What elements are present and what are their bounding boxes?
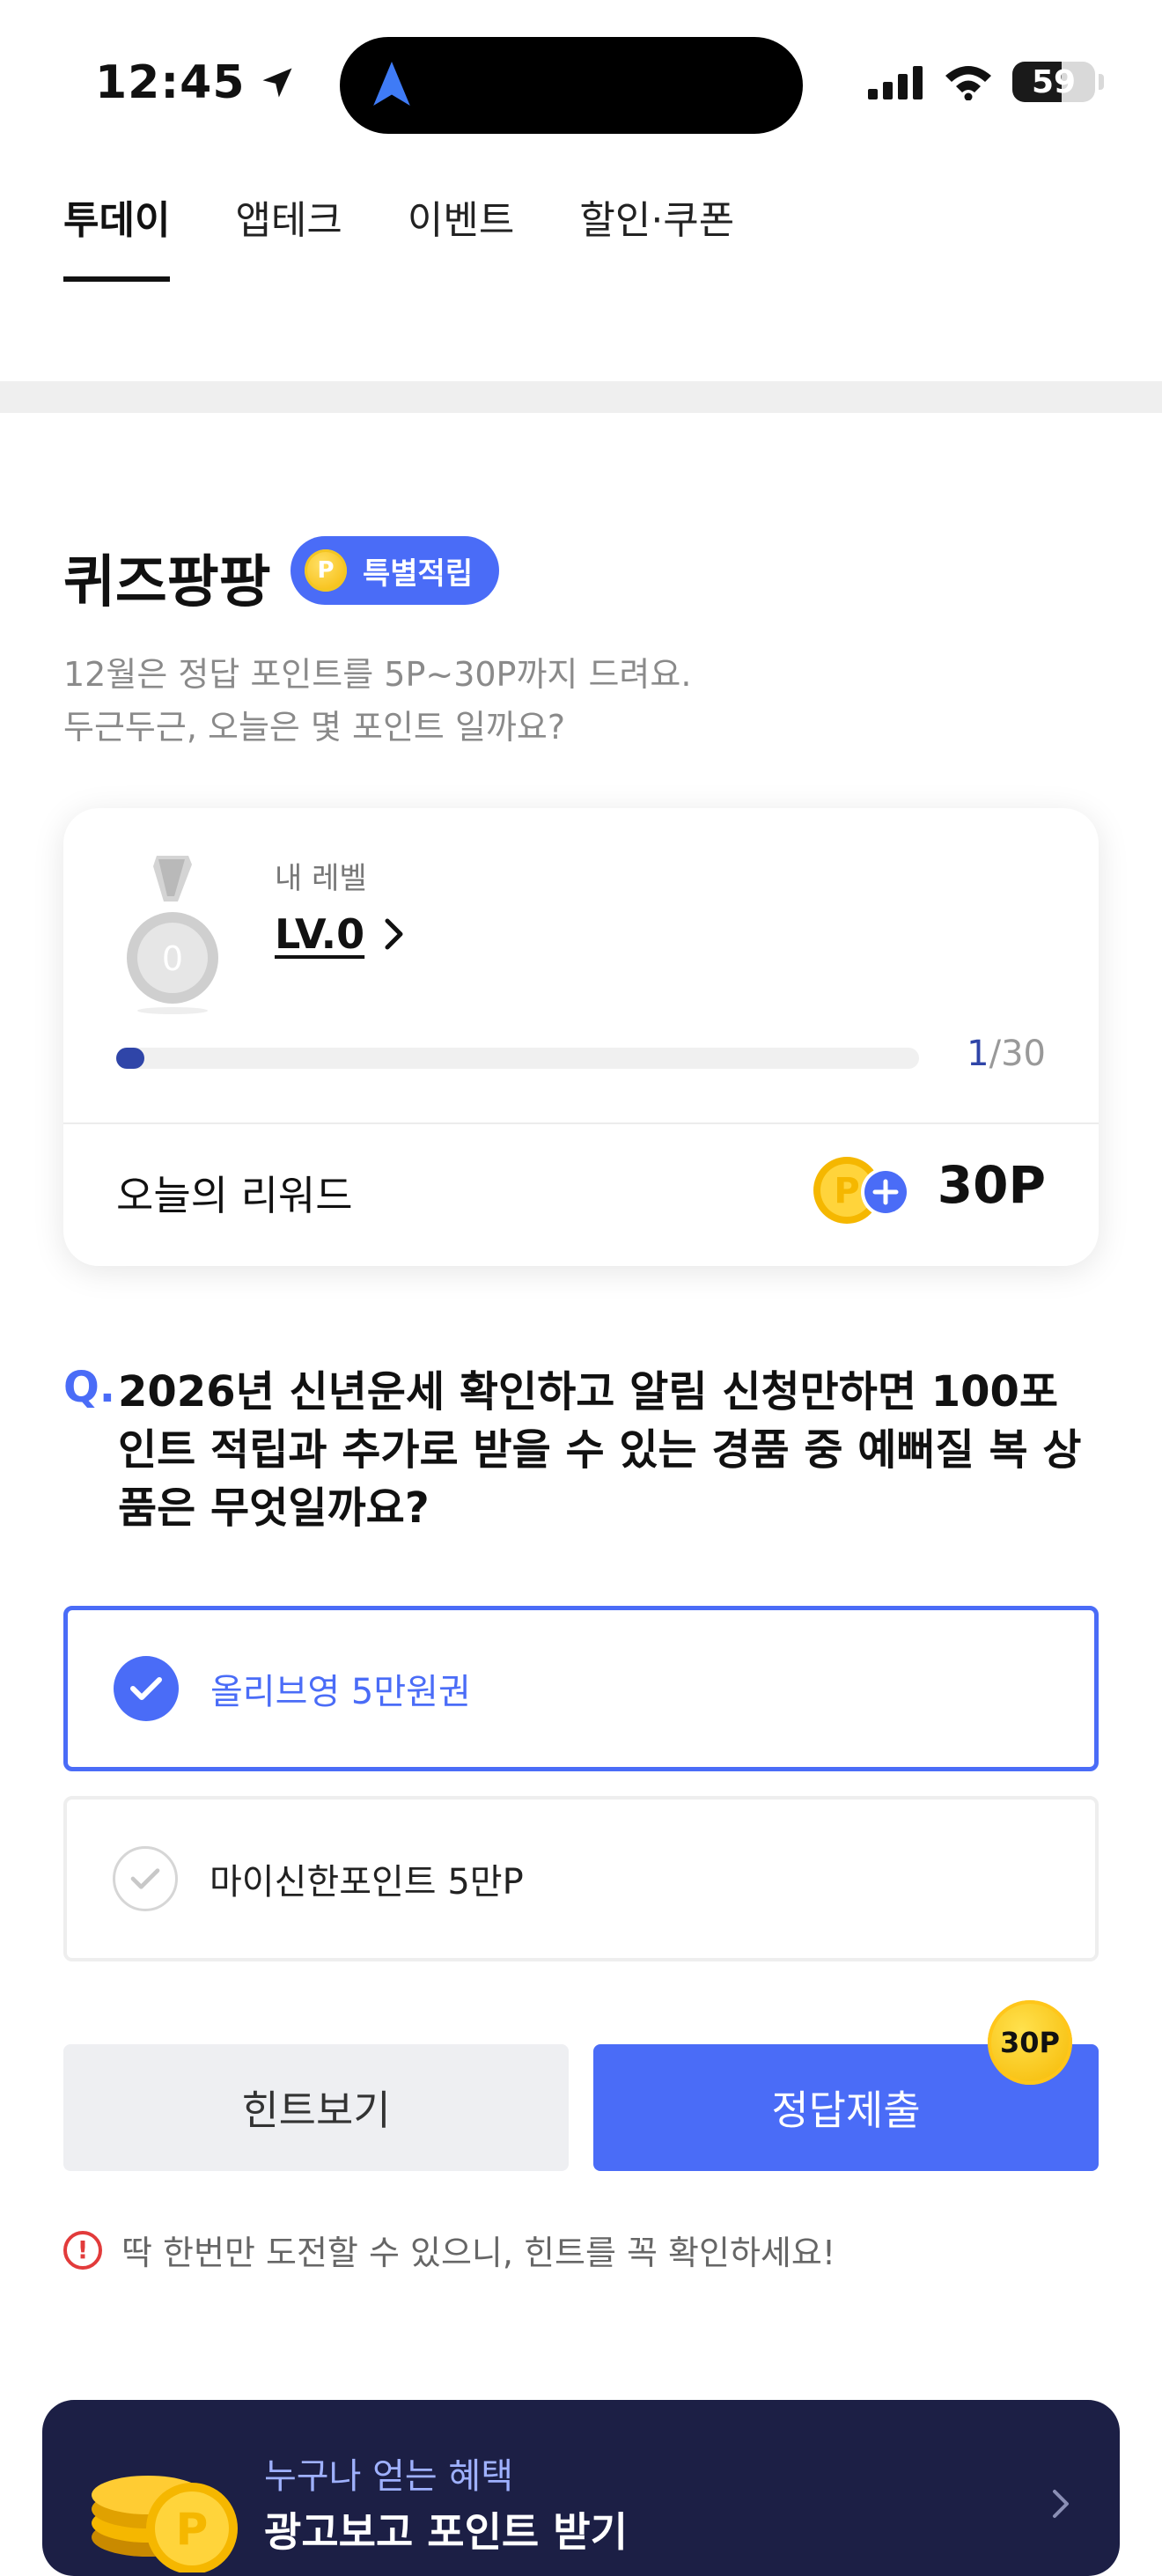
question-text: 2026년 신년운세 확인하고 알림 신청만하면 100포인트 적립과 추가로 … [118, 1367, 1082, 1533]
level-label: 내 레벨 [275, 861, 367, 896]
progress-current: 1 [967, 1034, 989, 1074]
option-label: 마이신한포인트 5만P [210, 1862, 524, 1903]
reward-label: 오늘의 리워드 [116, 1172, 353, 1219]
warning-text: 딱 한번만 도전할 수 있으니, 힌트를 꼭 확인하세요! [121, 2234, 836, 2272]
question-mark-label: Q. [63, 1363, 116, 1412]
level-value: LV.0 [275, 910, 365, 958]
level-progress-bar [116, 1048, 919, 1069]
tab-discount-coupon[interactable]: 할인·쿠폰 [579, 188, 734, 282]
dynamic-island [340, 37, 803, 134]
wifi-icon [945, 66, 991, 100]
battery-level: 59 [1031, 64, 1077, 100]
unchecked-icon [113, 1846, 178, 1911]
cellular-signal-icon [868, 66, 923, 99]
chevron-right-icon [385, 918, 403, 950]
coin-plus-icon: P [813, 1157, 910, 1224]
reward-value: 30P [937, 1155, 1046, 1215]
warning-notice: ! 딱 한번만 도전할 수 있으니, 힌트를 꼭 확인하세요! [63, 2226, 835, 2274]
navigation-arrow-icon [373, 62, 410, 106]
ad-points-banner[interactable]: P 누구나 얻는 혜택 광고보고 포인트 받기 [42, 2400, 1120, 2576]
banner-title: 광고보고 포인트 받기 [264, 2508, 628, 2556]
quiz-description: 12월은 정답 포인트를 5P~30P까지 드려요. 두근두근, 오늘은 몇 포… [63, 648, 691, 754]
checked-icon [114, 1656, 179, 1721]
tab-apptech[interactable]: 앱테크 [235, 188, 342, 282]
badge-label: 특별적립 [363, 556, 474, 592]
svg-text:P: P [834, 1171, 859, 1211]
progress-count: 1/30 [967, 1034, 1046, 1074]
desc-line-2: 두근두근, 오늘은 몇 포인트 일까요? [63, 708, 566, 747]
status-time: 12:45 [95, 56, 297, 109]
time-text: 12:45 [95, 56, 246, 109]
reward-coin-badge: 30P [988, 2000, 1072, 2085]
battery-icon: 59 [1012, 62, 1104, 102]
status-indicators: 59 [868, 62, 1104, 102]
tab-today[interactable]: 투데이 [63, 188, 171, 282]
banner-coin-letter: P [176, 2504, 209, 2555]
progress-fill [116, 1048, 144, 1069]
medal-icon: 0 [127, 856, 218, 1014]
coin-icon: P [305, 549, 347, 592]
banner-subtitle: 누구나 얻는 혜택 [264, 2456, 514, 2497]
top-tabs: 투데이 앱테크 이벤트 할인·쿠폰 [63, 188, 734, 282]
quiz-title: 퀴즈팡팡 [63, 550, 271, 615]
coin-stack-icon: P [92, 2476, 238, 2572]
tab-event[interactable]: 이벤트 [408, 188, 514, 282]
medal-number: 0 [162, 939, 183, 978]
level-card: 0 내 레벨 LV.0 1/30 오늘의 리워드 P 30P [63, 808, 1099, 1266]
hint-button[interactable]: 힌트보기 [63, 2044, 569, 2171]
answer-option-1[interactable]: 올리브영 5만원권 [63, 1606, 1099, 1771]
level-link[interactable]: LV.0 [275, 910, 405, 958]
progress-total: /30 [989, 1034, 1046, 1074]
section-divider [0, 381, 1162, 413]
special-badge: P 특별적립 [290, 536, 500, 605]
answer-option-2[interactable]: 마이신한포인트 5만P [63, 1796, 1099, 1961]
chevron-right-icon [1053, 2490, 1069, 2518]
warning-icon: ! [63, 2230, 102, 2270]
card-divider [63, 1122, 1099, 1124]
location-arrow-icon [262, 68, 292, 98]
option-label: 올리브영 5만원권 [210, 1672, 471, 1712]
desc-line-1: 12월은 정답 포인트를 5P~30P까지 드려요. [63, 655, 692, 694]
